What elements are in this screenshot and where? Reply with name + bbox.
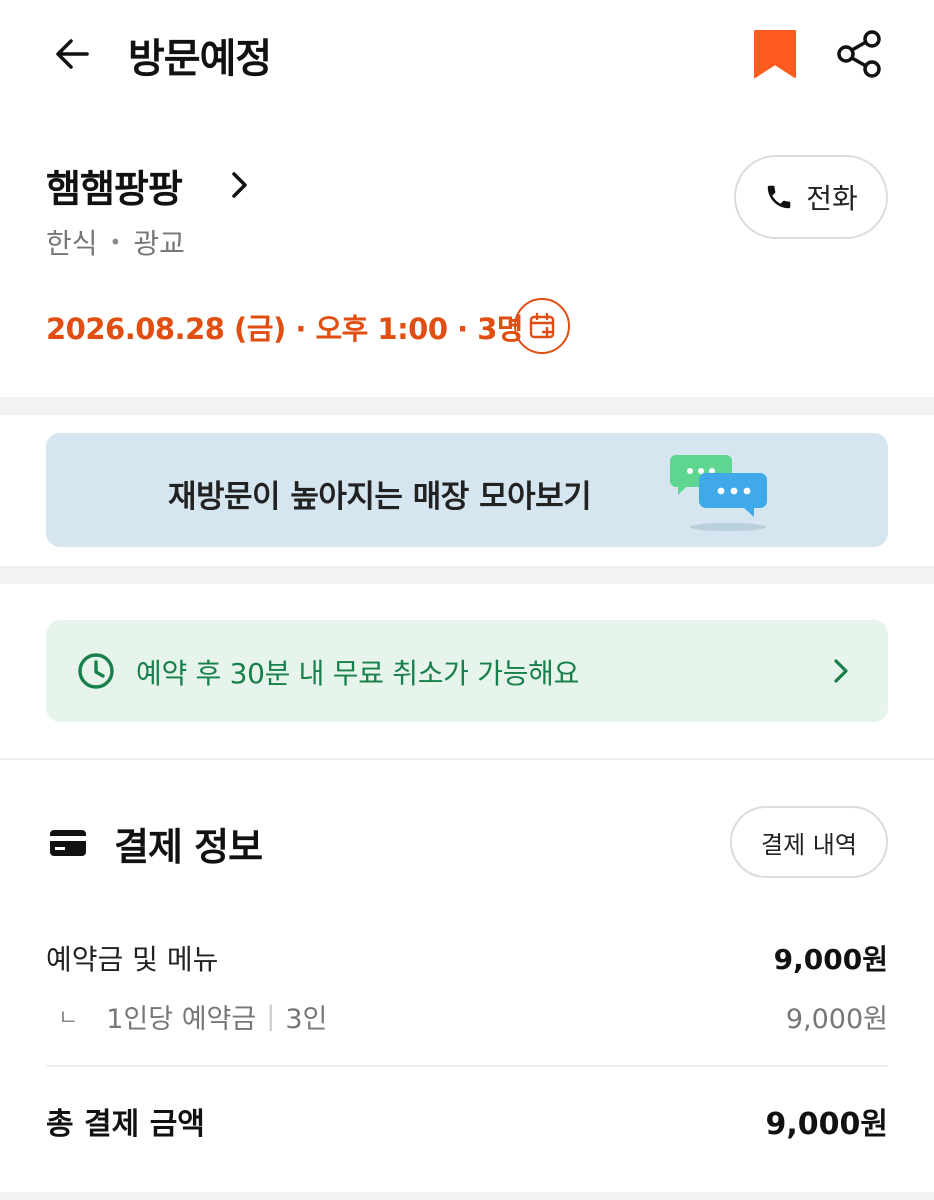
bookmark-button[interactable] (752, 28, 798, 80)
arrow-left-icon (56, 39, 89, 69)
store-meta: 한식 • 광교 (46, 222, 185, 262)
reservation-summary: 2026.08.28 (금) · 오후 1:00 · 3명 (46, 312, 524, 346)
credit-card-icon (50, 830, 86, 856)
per-person-deposit-label: 1인당 예약금 (106, 1003, 257, 1035)
chat-bubbles-icon (670, 455, 767, 531)
clock-icon (78, 653, 114, 689)
call-button-label: 전화 (806, 182, 858, 215)
phone-icon (767, 185, 791, 209)
back-button[interactable] (48, 30, 96, 78)
menu-deposit-label: 예약금 및 메뉴 (46, 943, 219, 976)
separator-dot: • (109, 230, 122, 254)
share-button[interactable] (834, 28, 886, 80)
per-person-deposit-amount: 9,000원 (785, 1003, 888, 1035)
per-person-deposit-detail: ㄴ 1인당 예약금 | 3인 (46, 997, 327, 1036)
page-title: 방문예정 (128, 36, 272, 82)
total-payment-row: 총 결제 금액 9,000원 (46, 1098, 888, 1144)
free-cancel-notice[interactable]: 예약 후 30분 내 무료 취소가 가능해요 (46, 620, 888, 722)
store-category: 한식 (46, 227, 98, 260)
share-icon (837, 30, 881, 78)
bookmark-icon (754, 30, 796, 78)
notice-text: 예약 후 30분 내 무료 취소가 가능해요 (136, 657, 580, 690)
divider (0, 758, 934, 760)
chevron-right-icon[interactable] (226, 168, 254, 202)
menu-deposit-row: 예약금 및 메뉴 9,000원 (46, 936, 888, 980)
add-to-calendar-button[interactable] (514, 298, 570, 354)
section-divider (0, 1192, 934, 1200)
per-person-deposit-row: ㄴ 1인당 예약금 | 3인 9,000원 (46, 994, 888, 1038)
store-area: 광교 (133, 227, 185, 260)
calendar-add-icon (529, 312, 555, 339)
total-payment-label: 총 결제 금액 (46, 1107, 205, 1142)
person-count: 3인 (285, 1003, 328, 1035)
app-header: 방문예정 (0, 0, 934, 110)
revisit-stores-banner[interactable]: 재방문이 높아지는 매장 모아보기 (46, 433, 888, 547)
store-name-link[interactable]: 햄햄팡팡 (46, 158, 183, 213)
payment-section-title: 결제 정보 (114, 825, 263, 869)
divider (46, 1065, 888, 1067)
chevron-right-icon (834, 659, 848, 683)
total-payment-amount: 9,000원 (765, 1107, 889, 1142)
banner-text: 재방문이 높아지는 매장 모아보기 (168, 479, 592, 515)
menu-deposit-amount: 9,000원 (773, 943, 888, 976)
payment-history-button[interactable]: 결제 내역 (730, 806, 888, 878)
separator-pipe: | (266, 1000, 276, 1032)
section-divider (0, 566, 934, 584)
sub-item-marker: ㄴ (58, 1006, 79, 1031)
call-button[interactable]: 전화 (734, 155, 888, 239)
section-divider (0, 397, 934, 415)
